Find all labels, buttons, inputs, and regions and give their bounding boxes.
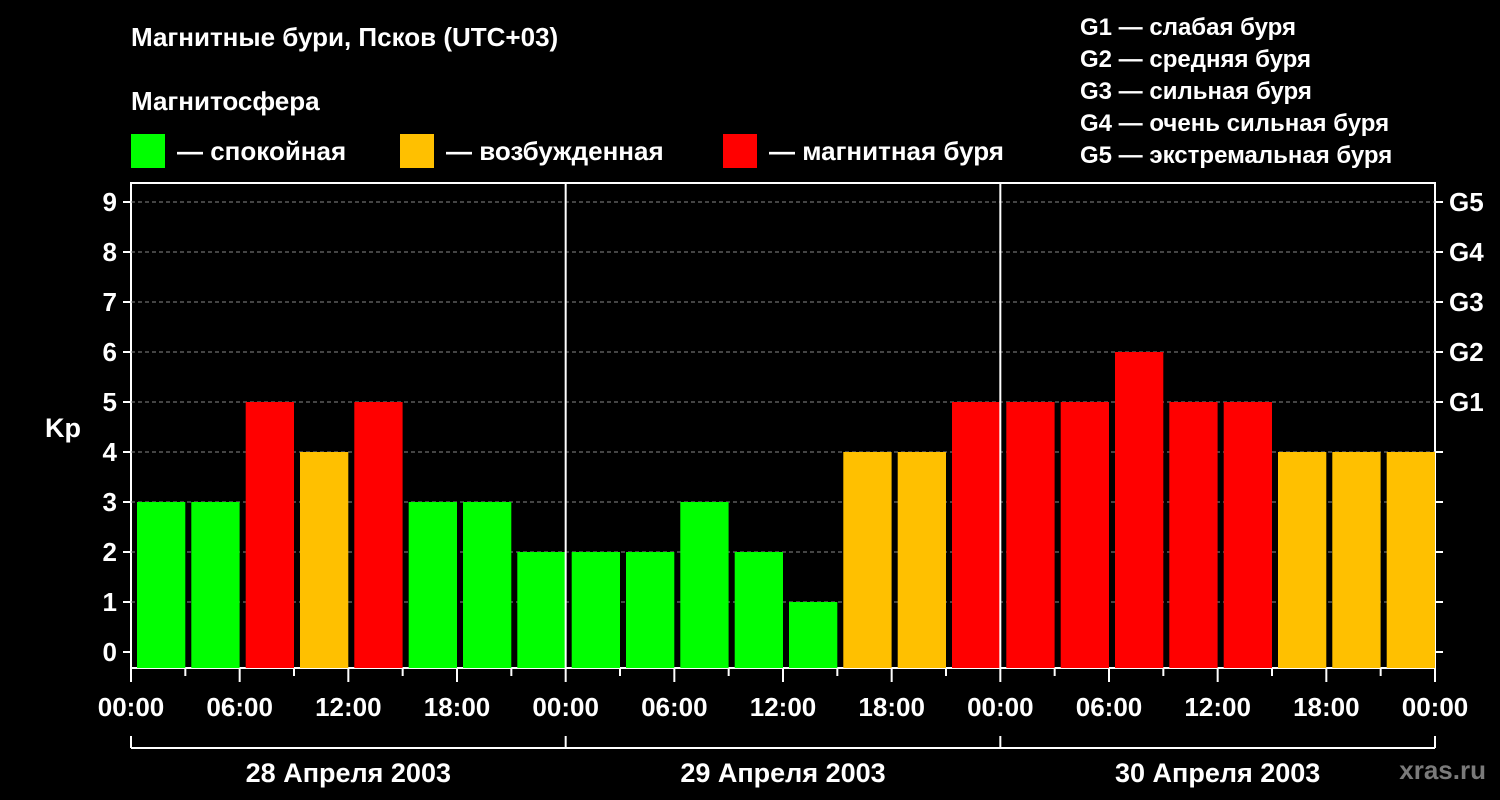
bar — [300, 452, 349, 668]
y-tick-label: 8 — [103, 237, 117, 267]
y-tick-label: 0 — [103, 637, 117, 667]
y-axis-label: Kp — [45, 413, 81, 443]
bar — [354, 402, 403, 668]
x-tick-label: 00:00 — [98, 692, 165, 722]
g-level-label: G2 — [1449, 337, 1484, 367]
x-tick-label: 00:00 — [1402, 692, 1469, 722]
bar — [245, 402, 294, 668]
day-label: 28 Апреля 2003 — [246, 758, 451, 788]
bar — [952, 402, 1001, 668]
x-tick-label: 06:00 — [641, 692, 708, 722]
bar — [191, 502, 240, 668]
bar — [1006, 402, 1055, 668]
y-tick-label: 6 — [103, 337, 117, 367]
bar — [1223, 402, 1272, 668]
y-tick-label: 5 — [103, 387, 117, 417]
x-tick-label: 18:00 — [1293, 692, 1360, 722]
bar — [137, 502, 186, 668]
x-tick-label: 12:00 — [315, 692, 382, 722]
y-tick-label: 9 — [103, 187, 117, 217]
bar — [897, 452, 946, 668]
x-tick-label: 06:00 — [206, 692, 273, 722]
y-tick-label: 3 — [103, 487, 117, 517]
x-tick-label: 18:00 — [424, 692, 491, 722]
bar — [463, 502, 512, 668]
y-tick-label: 7 — [103, 287, 117, 317]
g-level-label: G5 — [1449, 187, 1484, 217]
y-tick-label: 4 — [103, 437, 118, 467]
bar — [789, 602, 838, 668]
bar — [1060, 402, 1109, 668]
kp-bar-chart: 0 1 2 3 4 5 6 7 8 9 G1 G2 G3 G4 G5 Kp 00:00 06:00 12:00 18:… — [45, 182, 1484, 788]
bar — [1278, 452, 1327, 668]
x-tick-label: 00:00 — [967, 692, 1034, 722]
bar — [843, 452, 892, 668]
y-tick-label: 2 — [103, 537, 117, 567]
watermark: xras.ru — [1399, 755, 1486, 785]
g-level-label: G3 — [1449, 287, 1484, 317]
x-tick-label: 12:00 — [1184, 692, 1251, 722]
bar — [1332, 452, 1381, 668]
x-tick-label: 00:00 — [532, 692, 599, 722]
bar — [571, 552, 620, 668]
x-tick-label: 06:00 — [1076, 692, 1143, 722]
bar — [1386, 452, 1435, 668]
day-label: 30 Апреля 2003 — [1115, 758, 1320, 788]
bar — [734, 552, 783, 668]
day-label: 29 Апреля 2003 — [680, 758, 885, 788]
bar — [517, 552, 566, 668]
g-level-label: G4 — [1449, 237, 1484, 267]
bar — [408, 502, 457, 668]
g-level-label: G1 — [1449, 387, 1484, 417]
bar — [626, 552, 675, 668]
bar — [1169, 402, 1218, 668]
bar — [680, 502, 729, 668]
y-tick-label: 1 — [103, 587, 117, 617]
bar — [1115, 352, 1164, 668]
x-tick-label: 18:00 — [858, 692, 925, 722]
x-tick-label: 12:00 — [750, 692, 817, 722]
